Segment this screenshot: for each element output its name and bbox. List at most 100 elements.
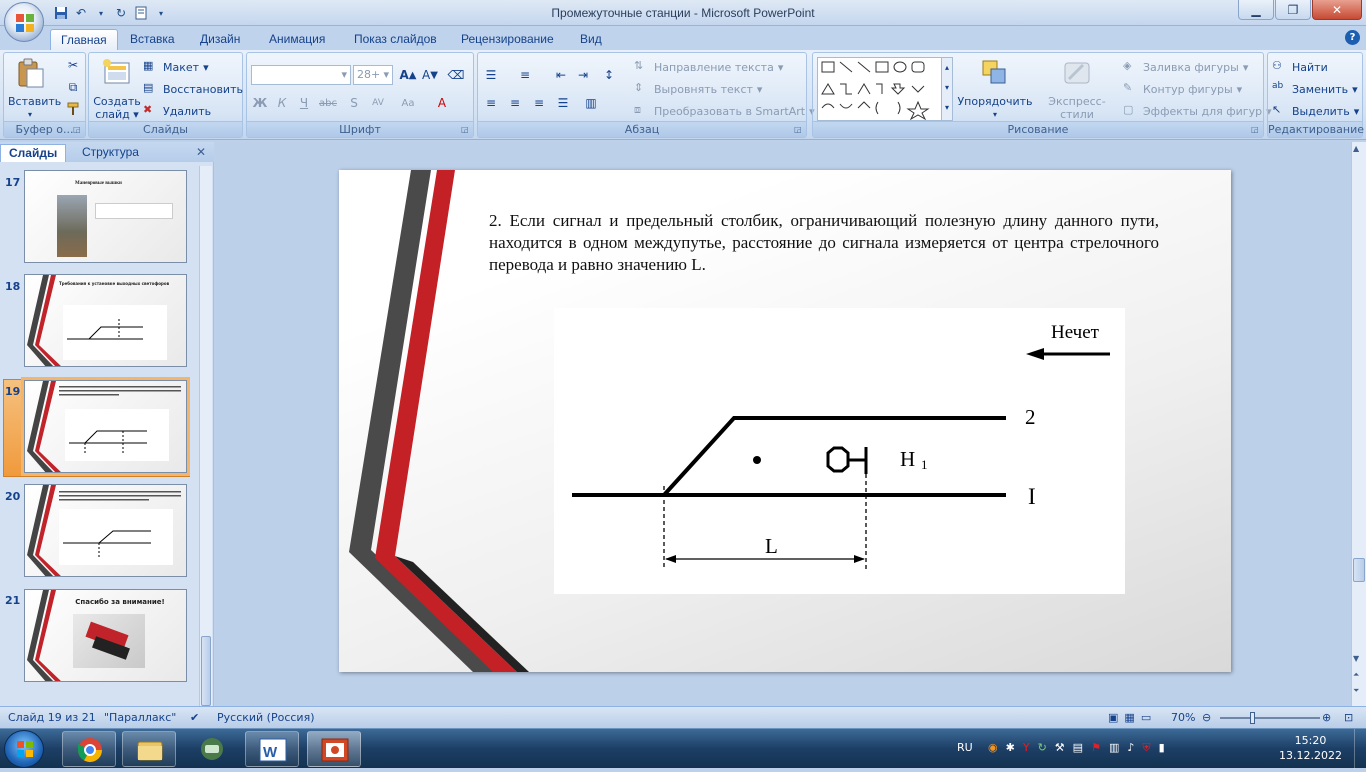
zoom-slider-thumb[interactable] (1250, 712, 1255, 724)
decrease-indent-icon[interactable]: ⇤ (550, 65, 572, 85)
reset-button[interactable]: ▤ Восстановить (143, 79, 243, 99)
panel-scroll-thumb[interactable] (201, 636, 211, 706)
close-button[interactable]: ✕ (1312, 0, 1362, 20)
align-center-icon[interactable]: ≡ (504, 93, 526, 113)
shadow-icon[interactable]: S (343, 93, 365, 113)
grow-font-icon[interactable]: A ▲ (397, 65, 419, 85)
slide-thumbnail-19[interactable] (21, 377, 190, 476)
spellcheck-icon[interactable]: ✔ (190, 711, 199, 724)
slideshow-view-icon[interactable]: ▭ (1141, 711, 1151, 724)
shape-outline-button[interactable]: ✎ Контур фигуры ▾ (1123, 79, 1242, 99)
line-spacing-icon[interactable]: ↕ (598, 65, 620, 85)
arrange-button[interactable]: Упорядочить ▾ (957, 57, 1033, 121)
fit-slide-icon[interactable]: ⊡ (1344, 711, 1353, 724)
next-slide-icon[interactable]: ⏷ (1353, 686, 1359, 696)
taskbar-word[interactable]: W (245, 731, 299, 767)
bluetooth-icon[interactable]: ✱ (1006, 741, 1015, 755)
dialog-launcher-icon[interactable]: ◲ (794, 125, 804, 135)
smartart-button[interactable]: ⧈Преобразовать в SmartArt ▾ (634, 101, 815, 121)
start-button[interactable] (4, 730, 44, 768)
scroll-up-icon[interactable]: ▲ (1353, 144, 1359, 153)
taskbar-powerpoint[interactable] (307, 731, 361, 767)
font-color-icon[interactable]: A (431, 93, 453, 113)
tab-slideshow[interactable]: Показ слайдов (344, 29, 447, 50)
slide-thumbnail-20[interactable] (24, 484, 187, 577)
track-diagram[interactable]: Нечет 2 I Н 1 L (554, 308, 1125, 594)
show-desktop-button[interactable] (1354, 729, 1366, 769)
new-slide-button[interactable]: Создать слайд ▾ (93, 57, 141, 121)
tab-animation[interactable]: Анимация (259, 29, 335, 50)
restore-button[interactable]: ❐ (1275, 0, 1311, 20)
editor-scrollbar[interactable]: ▲ ▼ ⏶ ⏷ (1351, 142, 1366, 706)
panel-scrollbar[interactable] (199, 166, 212, 706)
align-left-icon[interactable]: ≡ (480, 93, 502, 113)
avast-icon[interactable]: ◉ (988, 741, 998, 755)
replace-button[interactable]: ab Заменить ▾ (1272, 79, 1358, 99)
shapes-gallery[interactable] (817, 57, 953, 121)
network-icon[interactable]: ▥ (1109, 741, 1119, 755)
text-direction-button[interactable]: ⇅ Направление текста ▾ (634, 57, 783, 77)
tab-review[interactable]: Рецензирование (451, 29, 564, 50)
justify-icon[interactable]: ☰ (552, 93, 574, 113)
tab-view[interactable]: Вид (570, 29, 612, 50)
shape-fill-button[interactable]: ◈ Заливка фигуры ▾ (1123, 57, 1248, 77)
align-right-icon[interactable]: ≡ (528, 93, 550, 113)
tab-insert[interactable]: Вставка (120, 29, 185, 50)
font-size-combo[interactable]: 28+ ▾ (353, 65, 393, 85)
slide-thumbnail-18[interactable]: Требования к установке выходных светофор… (24, 274, 187, 367)
shapes-gallery-scroll[interactable]: ▴ ▾ ▾ (941, 57, 953, 121)
char-spacing-icon[interactable]: AV (367, 93, 389, 113)
paste-button[interactable]: Вставить ▾ (8, 57, 61, 121)
language-indicator[interactable]: Русский (Россия) (217, 711, 315, 724)
align-text-button[interactable]: ⇕ Выровнять текст ▾ (634, 79, 762, 99)
bold-icon[interactable]: Ж (249, 93, 271, 113)
monitor-icon[interactable]: ▤ (1073, 741, 1083, 755)
editor-scroll-thumb[interactable] (1353, 558, 1365, 582)
tab-outline[interactable]: Структура (74, 144, 147, 162)
clear-format-icon[interactable]: ⌫ (445, 65, 467, 85)
shield-icon[interactable]: ⛨ (1142, 741, 1150, 755)
change-case-icon[interactable]: Aa (397, 93, 419, 113)
taskbar-chrome[interactable] (62, 731, 116, 767)
flag-icon[interactable]: ⚑ (1091, 741, 1101, 755)
clock[interactable]: 15:20 13.12.2022 (1279, 733, 1342, 763)
copy-icon[interactable]: ⧉ (62, 77, 84, 97)
slide-body-text[interactable]: 2. Если сигнал и предельный столбик, огр… (489, 210, 1159, 276)
office-button[interactable] (4, 2, 44, 42)
help-icon[interactable]: ? (1345, 30, 1360, 45)
columns-icon[interactable]: ▥ (580, 93, 602, 113)
zoom-level[interactable]: 70% (1171, 711, 1195, 724)
find-button[interactable]: ⚇ Найти (1272, 57, 1328, 77)
select-button[interactable]: ↖ Выделить ▾ (1272, 101, 1359, 121)
layout-button[interactable]: ▦ Макет ▾ (143, 57, 209, 77)
volume-icon[interactable]: ♪ (1127, 741, 1134, 755)
prev-slide-icon[interactable]: ⏶ (1353, 670, 1359, 680)
current-slide[interactable]: 2. Если сигнал и предельный столбик, огр… (339, 170, 1231, 672)
sync-icon[interactable]: ↻ (1038, 741, 1047, 755)
increase-indent-icon[interactable]: ⇥ (572, 65, 594, 85)
shrink-font-icon[interactable]: A ▼ (419, 65, 441, 85)
numbering-icon[interactable]: ≡ (514, 65, 536, 85)
delete-slide-button[interactable]: ✖ Удалить (143, 101, 211, 121)
zoom-out-icon[interactable]: ⊖ (1202, 711, 1211, 724)
tools-icon[interactable]: ⚒ (1055, 741, 1065, 755)
battery-icon[interactable]: ▮ (1159, 741, 1165, 755)
zoom-in-icon[interactable]: ⊕ (1322, 711, 1331, 724)
keyboard-language[interactable]: RU (957, 741, 973, 754)
dialog-launcher-icon[interactable]: ◲ (73, 125, 83, 135)
dialog-launcher-icon[interactable]: ◲ (461, 125, 471, 135)
format-painter-icon[interactable] (62, 99, 84, 119)
minimize-button[interactable]: ▁ (1238, 0, 1274, 20)
slide-thumbnail-17[interactable]: Маневровые вышки (24, 170, 187, 263)
slide-sorter-icon[interactable]: ▦ (1124, 711, 1134, 724)
zoom-slider[interactable] (1220, 712, 1320, 724)
scroll-down-icon[interactable]: ▼ (1353, 654, 1359, 663)
font-name-combo[interactable]: ▾ (251, 65, 351, 85)
strikethrough-icon[interactable]: abc (317, 93, 339, 113)
normal-view-icon[interactable]: ▣ (1108, 711, 1118, 724)
underline-icon[interactable]: Ч (293, 93, 315, 113)
italic-icon[interactable]: К (271, 93, 293, 113)
shape-effects-button[interactable]: ▢Эффекты для фигур ▾ (1123, 101, 1272, 121)
tab-design[interactable]: Дизайн (190, 29, 250, 50)
tab-home[interactable]: Главная (50, 29, 118, 50)
